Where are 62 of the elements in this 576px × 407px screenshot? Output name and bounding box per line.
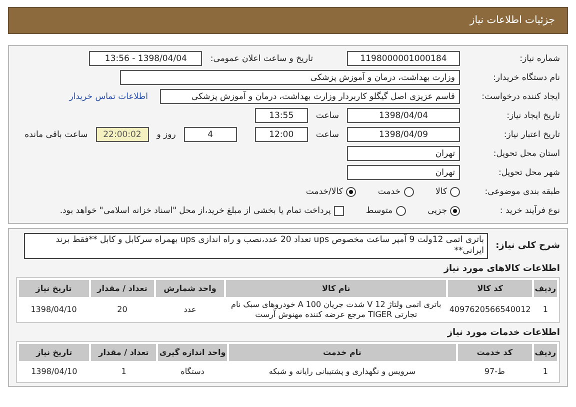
table-cell-text: 1398/04/10 bbox=[30, 304, 78, 316]
description-field: باتری اتمی 12ولت 9 آمپر ساعت مخصوص ups تعداد 20 عدد،نصب و راه اندازی ups بهمراه سرکابل و کابل **فقط برند ایرانی** bbox=[24, 233, 488, 259]
section-title: اطلاعات کالاهای مورد نیاز bbox=[442, 264, 560, 274]
table-cell-text: 1 bbox=[542, 366, 549, 378]
section-title: اطلاعات خدمات مورد نیاز bbox=[446, 328, 560, 338]
city-field[interactable]: تهران bbox=[347, 165, 460, 180]
table-cell-text: باتری اتمی ولتاژ 12 V شدت جریان 100 A خودروهای سبک نام تجارتی TIGER مرجع عرضه کننده مهنوش آرست bbox=[230, 299, 442, 320]
need-number-field[interactable]: 1198000001000184 bbox=[347, 51, 460, 66]
radio-option[interactable]: جزیی bbox=[428, 206, 460, 216]
column-header: تاریخ نیاز bbox=[19, 344, 90, 361]
field-label: شماره نیاز: bbox=[518, 54, 560, 64]
table-cell-text: سرویس و نگهداری و پشتیبانی رایانه و شبکه bbox=[268, 366, 417, 378]
announce-date-field[interactable]: 1398/04/04 - 13:56 bbox=[89, 51, 202, 66]
time-field[interactable]: 12:00 bbox=[254, 127, 308, 142]
radio-option[interactable]: متوسط bbox=[366, 206, 406, 216]
field-label: ساعت bbox=[316, 110, 339, 120]
column-header: واحد اندازه گیری bbox=[158, 344, 227, 361]
radio-option[interactable]: کالا bbox=[436, 186, 460, 196]
column-header: واحد شمارش bbox=[156, 280, 224, 297]
table-cell-text: 1 bbox=[120, 366, 128, 378]
table-cell-text: 4097620566540012 bbox=[448, 304, 532, 316]
remaining-time-field: 22:00:02 bbox=[96, 127, 149, 142]
province-field[interactable]: تهران bbox=[347, 146, 460, 161]
column-header: تعداد / مقدار bbox=[91, 344, 156, 361]
field-label: تاریخ و ساعت اعلان عمومی: bbox=[210, 54, 313, 64]
field-label: روز و bbox=[156, 130, 176, 140]
header-title: جزئیات اطلاعات نیاز bbox=[470, 15, 555, 26]
field-label: تاریخ ایجاد نیاز: bbox=[506, 110, 560, 120]
field-label: استان محل تحویل: bbox=[492, 148, 560, 158]
buyer-org-field[interactable]: وزارت بهداشت، درمان و آموزش پزشکی bbox=[120, 70, 460, 85]
date-field[interactable]: 1398/04/04 bbox=[347, 108, 460, 123]
requester-field[interactable]: قاسم عزیزی اصل گیگلو کاربردار وزارت بهداشت، درمان و آموزش پزشکی bbox=[160, 89, 460, 104]
radio-option[interactable]: کالا/خدمت bbox=[306, 186, 356, 196]
column-header: کد خدمت bbox=[458, 344, 532, 361]
column-header: تعداد / مقدار bbox=[90, 280, 154, 297]
column-header: تاریخ نیاز bbox=[19, 280, 89, 297]
field-label: شرح کلی نیاز: bbox=[494, 241, 560, 251]
column-header: نام کالا bbox=[226, 280, 446, 297]
table-cell-text: ط-97 bbox=[483, 366, 506, 378]
table-cell-text: 1 bbox=[542, 304, 549, 316]
column-header: ردیف bbox=[534, 344, 557, 361]
column-header: ردیف bbox=[534, 280, 557, 297]
contact-link[interactable]: اطلاعات تماس خریدار bbox=[69, 92, 148, 102]
radio-option[interactable]: خدمت bbox=[378, 186, 414, 196]
field-label: تاریخ اعتبار نیاز: bbox=[502, 130, 560, 140]
table-cell-text: دستگاه bbox=[180, 366, 206, 378]
table-cell-text: عدد bbox=[182, 304, 198, 316]
column-header: کد کالا bbox=[448, 280, 532, 297]
payment-checkbox[interactable]: پرداخت تمام یا بخشی از مبلغ خرید،از محل "اسناد خزانه اسلامی" خواهد بود. bbox=[60, 206, 344, 216]
field-label: طبقه بندی موضوعی: bbox=[484, 186, 560, 196]
field-label: ساعت باقی مانده bbox=[24, 130, 88, 140]
field-label: ساعت bbox=[316, 130, 339, 140]
days-field[interactable]: 4 bbox=[184, 127, 237, 142]
date-field[interactable]: 1398/04/09 bbox=[347, 127, 460, 142]
field-label: نوع فرآیند خرید : bbox=[498, 206, 560, 216]
table-cell-text: 20 bbox=[116, 304, 128, 316]
table-cell-text: 1398/04/10 bbox=[30, 366, 78, 378]
field-label: ایجاد کننده درخواست: bbox=[480, 92, 560, 102]
time-field[interactable]: 13:55 bbox=[254, 108, 308, 123]
field-label: نام دستگاه خریدار: bbox=[492, 72, 560, 82]
field-label: شهر محل تحویل: bbox=[497, 168, 560, 178]
column-header: نام خدمت bbox=[228, 344, 456, 361]
